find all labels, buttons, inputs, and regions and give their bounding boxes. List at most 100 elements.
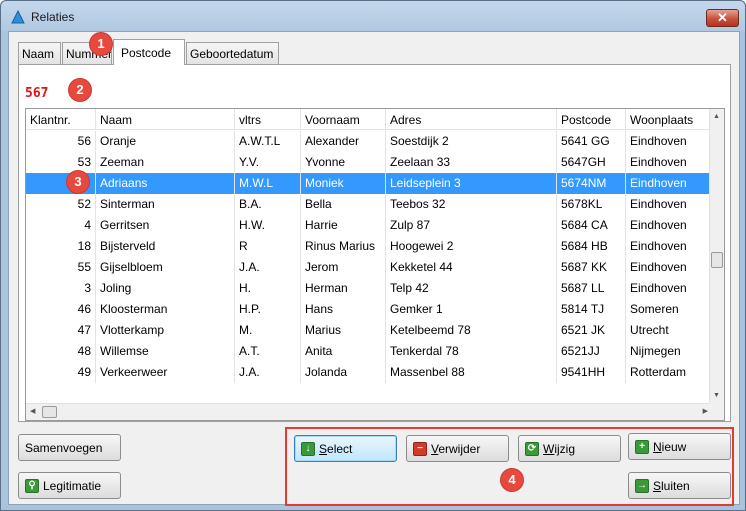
tab-naam[interactable]: Naam <box>18 42 61 64</box>
col-header-postcode[interactable]: Postcode <box>557 109 626 130</box>
table-cell: Y.V. <box>235 152 301 173</box>
table-cell: Zeelaan 33 <box>386 152 557 173</box>
table-cell: Eindhoven <box>630 134 687 148</box>
table-cell: H.P. <box>235 299 301 320</box>
table-cell: Eindhoven <box>630 281 687 295</box>
callout-4: 4 <box>501 469 523 491</box>
table-cell: Marius <box>301 320 386 341</box>
table-cell: Leidseplein 3 <box>386 173 557 194</box>
window-title: Relaties <box>31 10 75 24</box>
callout-3: 3 <box>67 171 89 193</box>
col-header-naam[interactable]: Naam <box>96 109 235 130</box>
horizontal-scrollbar[interactable]: ◀ ▶ <box>26 403 712 420</box>
table-row[interactable]: 49 Verkeerweer J.A. Jolanda Massenbel 88 9541… <box>26 362 712 383</box>
scroll-up-icon[interactable]: ▲ <box>713 113 720 120</box>
table-cell: Verkeerweer <box>96 362 235 383</box>
table-cell: R <box>235 236 301 257</box>
table-cell: 48 <box>26 341 96 362</box>
table-cell: Yvonne <box>301 152 386 173</box>
table-cell: 4 <box>26 215 96 236</box>
table-cell: Willemse <box>96 341 235 362</box>
table-cell: Sinterman <box>96 194 235 215</box>
scroll-right-icon[interactable]: ▶ <box>703 407 708 415</box>
table-cell: Oranje <box>96 131 235 152</box>
samenvoegen-button[interactable]: Samenvoegen <box>18 434 121 461</box>
highlight-box <box>285 427 734 506</box>
table-cell: 53 <box>26 152 96 173</box>
tab-geboortedatum[interactable]: Geboortedatum <box>186 42 279 64</box>
table-cell: 52 <box>26 194 96 215</box>
table-cell: 5684 CA <box>557 215 626 236</box>
table-cell: 46 <box>26 299 96 320</box>
table-row[interactable]: 47 Vlotterkamp M. Marius Ketelbeemd 78 6521 J… <box>26 320 712 341</box>
table-cell: B.A. <box>235 194 301 215</box>
legitimatie-button[interactable]: ⚲ Legitimatie <box>18 472 121 499</box>
table-row[interactable]: Adriaans M.W.L Moniek Leidseplein 3 5674NM Ei… <box>26 173 712 194</box>
scroll-corner <box>709 403 724 420</box>
table-row[interactable]: 48 Willemse A.T. Anita Tenkerdal 78 6521JJ Nij… <box>26 341 712 362</box>
table-row[interactable]: 55 Gijselbloem J.A. Jerom Kekketel 44 5687 KK… <box>26 257 712 278</box>
table-cell: Eindhoven <box>630 155 687 169</box>
horizontal-scroll-thumb[interactable] <box>42 406 57 418</box>
table-cell: Tenkerdal 78 <box>386 341 557 362</box>
tab-postcode[interactable]: Postcode <box>113 39 185 65</box>
table-cell: Alexander <box>301 131 386 152</box>
table-cell: 5674NM <box>557 173 626 194</box>
table-cell: Gemker 1 <box>386 299 557 320</box>
table-cell: J.A. <box>235 257 301 278</box>
table-cell: Eindhoven <box>630 218 687 232</box>
record-count-label: 567 <box>25 86 49 101</box>
table-cell: 5687 LL <box>557 278 626 299</box>
table-row[interactable]: 46 Kloosterman H.P. Hans Gemker 1 5814 TJ Some… <box>26 299 712 320</box>
search-icon: ⚲ <box>25 478 39 493</box>
close-button[interactable]: ✕ <box>706 9 739 27</box>
title-bar[interactable]: Relaties ✕ <box>1 1 745 31</box>
col-header-voornaam[interactable]: Voornaam <box>301 109 386 130</box>
table-cell: H.W. <box>235 215 301 236</box>
table-cell: 6521 JK <box>557 320 626 341</box>
table-row[interactable]: 3 Joling H. Herman Telp 42 5687 LL Eindhoven <box>26 278 712 299</box>
col-header-woonplaats[interactable]: Woonplaats <box>626 109 712 130</box>
table-cell: Hoogewei 2 <box>386 236 557 257</box>
table-cell: 5814 TJ <box>557 299 626 320</box>
col-header-klantnr[interactable]: Klantnr. <box>26 109 96 130</box>
table-cell: Anita <box>301 341 386 362</box>
table-cell: M. <box>235 320 301 341</box>
table-row[interactable]: 52 Sinterman B.A. Bella Teebos 32 5678KL Eindh… <box>26 194 712 215</box>
table-cell: Gijselbloem <box>96 257 235 278</box>
table-row[interactable]: 4 Gerritsen H.W. Harrie Zulp 87 5684 CA Eindho… <box>26 215 712 236</box>
table-cell: A.T. <box>235 341 301 362</box>
table-row[interactable]: 53 Zeeman Y.V. Yvonne Zeelaan 33 5647GH Eindho… <box>26 152 712 173</box>
grid-header: Klantnr. Naam vltrs Voornaam Adres Postc… <box>26 109 712 130</box>
table-cell: Bijsterveld <box>96 236 235 257</box>
table-cell: 49 <box>26 362 96 383</box>
table-cell: M.W.L <box>235 173 301 194</box>
vertical-scroll-thumb[interactable] <box>711 252 723 268</box>
table-cell: Bella <box>301 194 386 215</box>
table-cell: 55 <box>26 257 96 278</box>
table-cell: 3 <box>26 278 96 299</box>
table-cell: Jerom <box>301 257 386 278</box>
table-cell: 6521JJ <box>557 341 626 362</box>
col-header-vltrs[interactable]: vltrs <box>235 109 301 130</box>
table-cell: 9541HH <box>557 362 626 383</box>
table-cell: 47 <box>26 320 96 341</box>
table-cell: Nijmegen <box>630 344 681 358</box>
legitimatie-label: Legitimatie <box>43 478 102 493</box>
samenvoegen-label: Samenvoegen <box>25 440 103 455</box>
table-cell: J.A. <box>235 362 301 383</box>
table-row[interactable]: 56 Oranje A.W.T.L Alexander Soestdijk 2 5641 … <box>26 131 712 152</box>
relaties-grid[interactable]: Klantnr. Naam vltrs Voornaam Adres Postc… <box>25 108 725 421</box>
col-header-adres[interactable]: Adres <box>386 109 557 130</box>
table-cell: 56 <box>26 131 96 152</box>
table-cell: 5687 KK <box>557 257 626 278</box>
table-row[interactable]: 18 Bijsterveld R Rinus Marius Hoogewei 2 5684… <box>26 236 712 257</box>
vertical-scrollbar[interactable]: ▲ ▼ <box>709 109 724 403</box>
table-cell: Harrie <box>301 215 386 236</box>
scroll-down-icon[interactable]: ▼ <box>713 392 720 399</box>
table-cell: Gerritsen <box>96 215 235 236</box>
table-cell: Jolanda <box>301 362 386 383</box>
table-cell: Teebos 32 <box>386 194 557 215</box>
table-cell: Vlotterkamp <box>96 320 235 341</box>
scroll-left-icon[interactable]: ◀ <box>30 407 35 415</box>
